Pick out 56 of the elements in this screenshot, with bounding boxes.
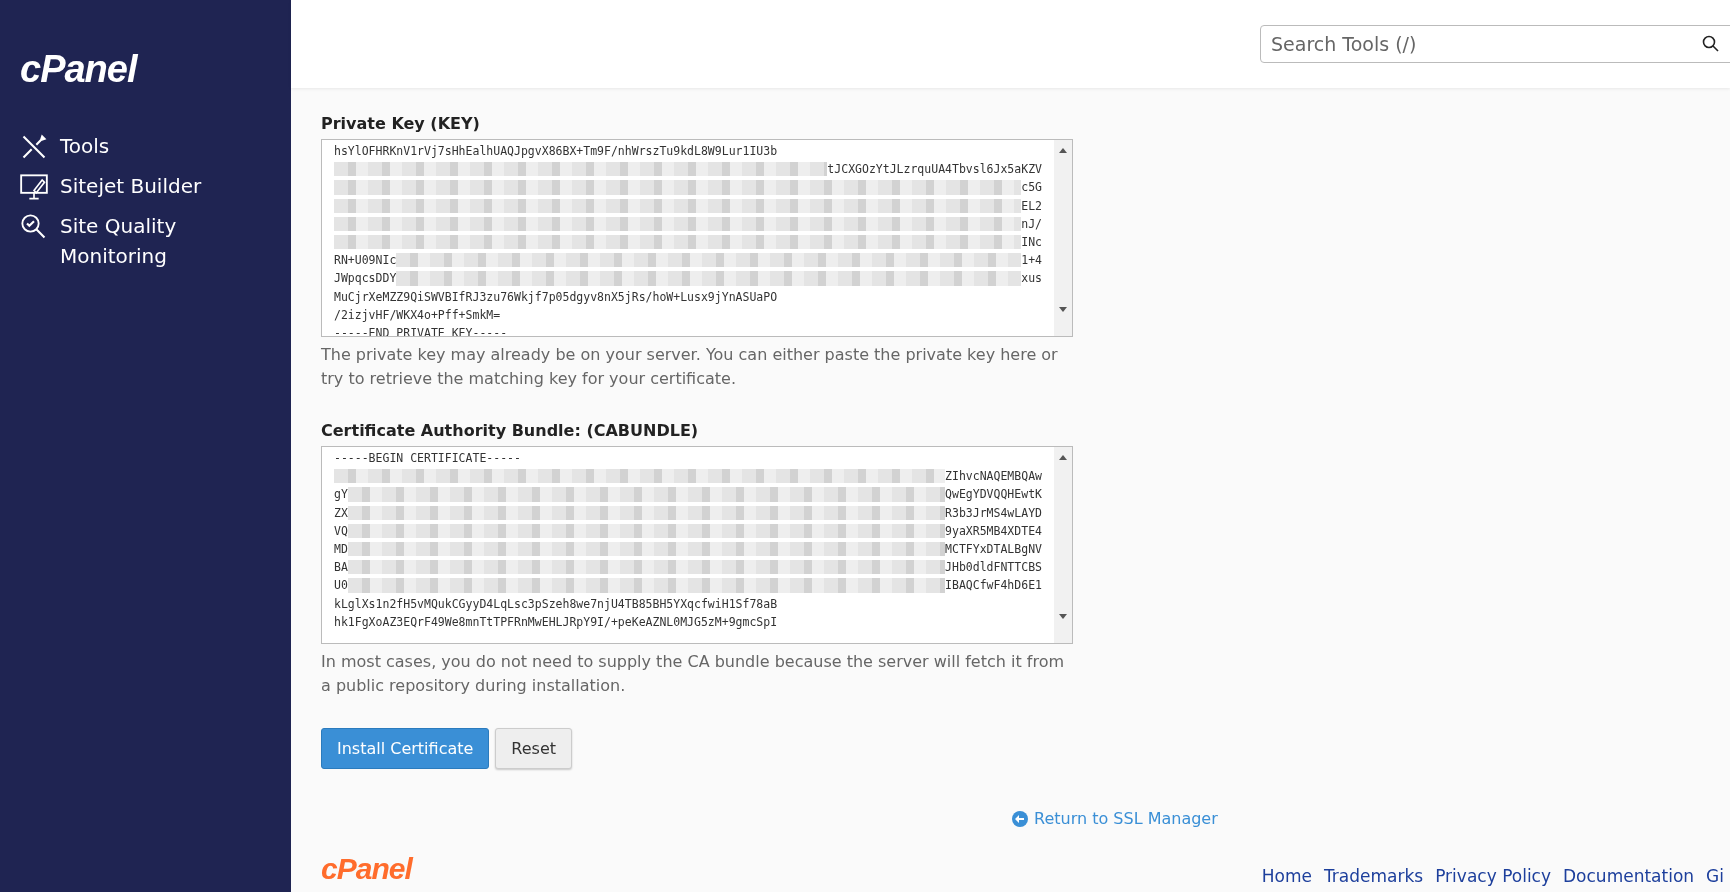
magnifier-icon: [20, 213, 48, 241]
code-fragment: c5G: [1021, 179, 1042, 197]
code-fragment: VQ: [334, 522, 348, 540]
code-line: hk1FgXoAZ3EQrF49We8mnTtTPFRnMwEHLJRpY9I/+peKeAZNL0MJG5zM+9gmcSpI: [334, 613, 779, 631]
code-line: hsYlOFHRKnV1rVj7sHhEalhUAQJpgvX86BX+Tm9F/nhWrszTu9kdL8W9Lur1IU3b: [334, 143, 779, 160]
scroll-down-icon[interactable]: [1058, 306, 1068, 314]
code-fragment: MCTFYxDTALBgNV: [945, 540, 1042, 558]
code-fragment: JWpqcsDDY: [334, 270, 397, 288]
code-fragment: 9yaXR5MB4XDTE4: [945, 522, 1042, 540]
code-fragment: INc: [1021, 233, 1042, 251]
help-text: In most cases, you do not need to supply the CA bundle because the server will fetch it from a public repository during installation.: [321, 651, 1066, 697]
code-fragment: EL2: [1021, 197, 1042, 215]
footer-link[interactable]: Gi: [1706, 866, 1724, 886]
search-icon: [1702, 35, 1720, 53]
code-fragment: BA: [334, 559, 348, 577]
code-line: kLglXs1n2fH5vMQukCGyyD4LqLsc3pSzeh8we7njU4TB85BH5YXqcfwiH1Sf78aB: [334, 595, 779, 613]
scroll-down-icon[interactable]: [1058, 613, 1068, 621]
code-line: MuCjrXeMZZ9QiSWVBIfRJ3zu76Wkjf7p05dgyv8nX5jRs/hoW+Lusx9jYnASUaPO: [334, 288, 779, 306]
code-line: /2izjvHF/WKX4o+Pff+SmkM=: [334, 306, 502, 324]
code-fragment: 1+4: [1021, 252, 1042, 270]
footer-link[interactable]: Privacy Policy: [1435, 866, 1552, 886]
code-fragment: tJCXGOzYtJLzrquUA4Tbvsl6Jx5aKZV: [827, 161, 1042, 179]
code-fragment: ZIhvcNAQEMBQAw: [945, 468, 1042, 486]
footer-link[interactable]: Documentation: [1563, 866, 1695, 886]
code-fragment: JHb0dldFNTTCBS: [945, 559, 1042, 577]
search-field[interactable]: Search Tools (/): [1260, 25, 1730, 63]
scroll-up-icon[interactable]: [1058, 453, 1068, 461]
code-fragment: gY: [334, 486, 348, 504]
footer-link[interactable]: Trademarks: [1323, 866, 1424, 886]
sidebar-item[interactable]: Sitejet Builder: [20, 171, 220, 201]
tools-icon: [20, 133, 48, 161]
sidebar-item[interactable]: Site Quality Monitoring: [20, 211, 220, 271]
monitor-icon: [20, 173, 48, 201]
code-fragment: MD: [334, 540, 348, 558]
code-fragment: nJ/: [1021, 215, 1042, 233]
code-fragment: ZX: [334, 504, 348, 522]
code-line: -----BEGIN CERTIFICATE-----: [334, 450, 522, 467]
field-label: Certificate Authority Bundle: (CABUNDLE): [321, 421, 700, 440]
reset-button[interactable]: Reset: [495, 728, 573, 769]
sidebar-item[interactable]: Tools: [20, 131, 220, 161]
text-area[interactable]: [321, 446, 1073, 644]
scrollbar[interactable]: [1054, 447, 1072, 643]
scroll-up-icon[interactable]: [1058, 146, 1068, 154]
code-fragment: xus: [1021, 270, 1042, 288]
code-fragment: R3b3JrMS4wLAYD: [945, 504, 1042, 522]
help-text: The private key may already be on your server. You can either paste the private key here or try to retrieve the matching key for your certificate.: [321, 344, 1059, 390]
text-area[interactable]: [321, 139, 1073, 337]
footer-link[interactable]: Home: [1261, 866, 1312, 886]
code-fragment: U0: [334, 577, 348, 595]
code-fragment: RN+U09NIc: [334, 252, 397, 270]
code-fragment: QwEgYDVQQHEwtK: [945, 486, 1042, 504]
code-fragment: IBAQCfwF4hD6E1: [945, 577, 1042, 595]
cpanel-logo[interactable]: cPanel: [20, 48, 137, 91]
scrollbar[interactable]: [1054, 140, 1072, 336]
field-label: Private Key (KEY): [321, 114, 481, 133]
code-line: -----END PRIVATE KEY-----: [334, 324, 509, 336]
